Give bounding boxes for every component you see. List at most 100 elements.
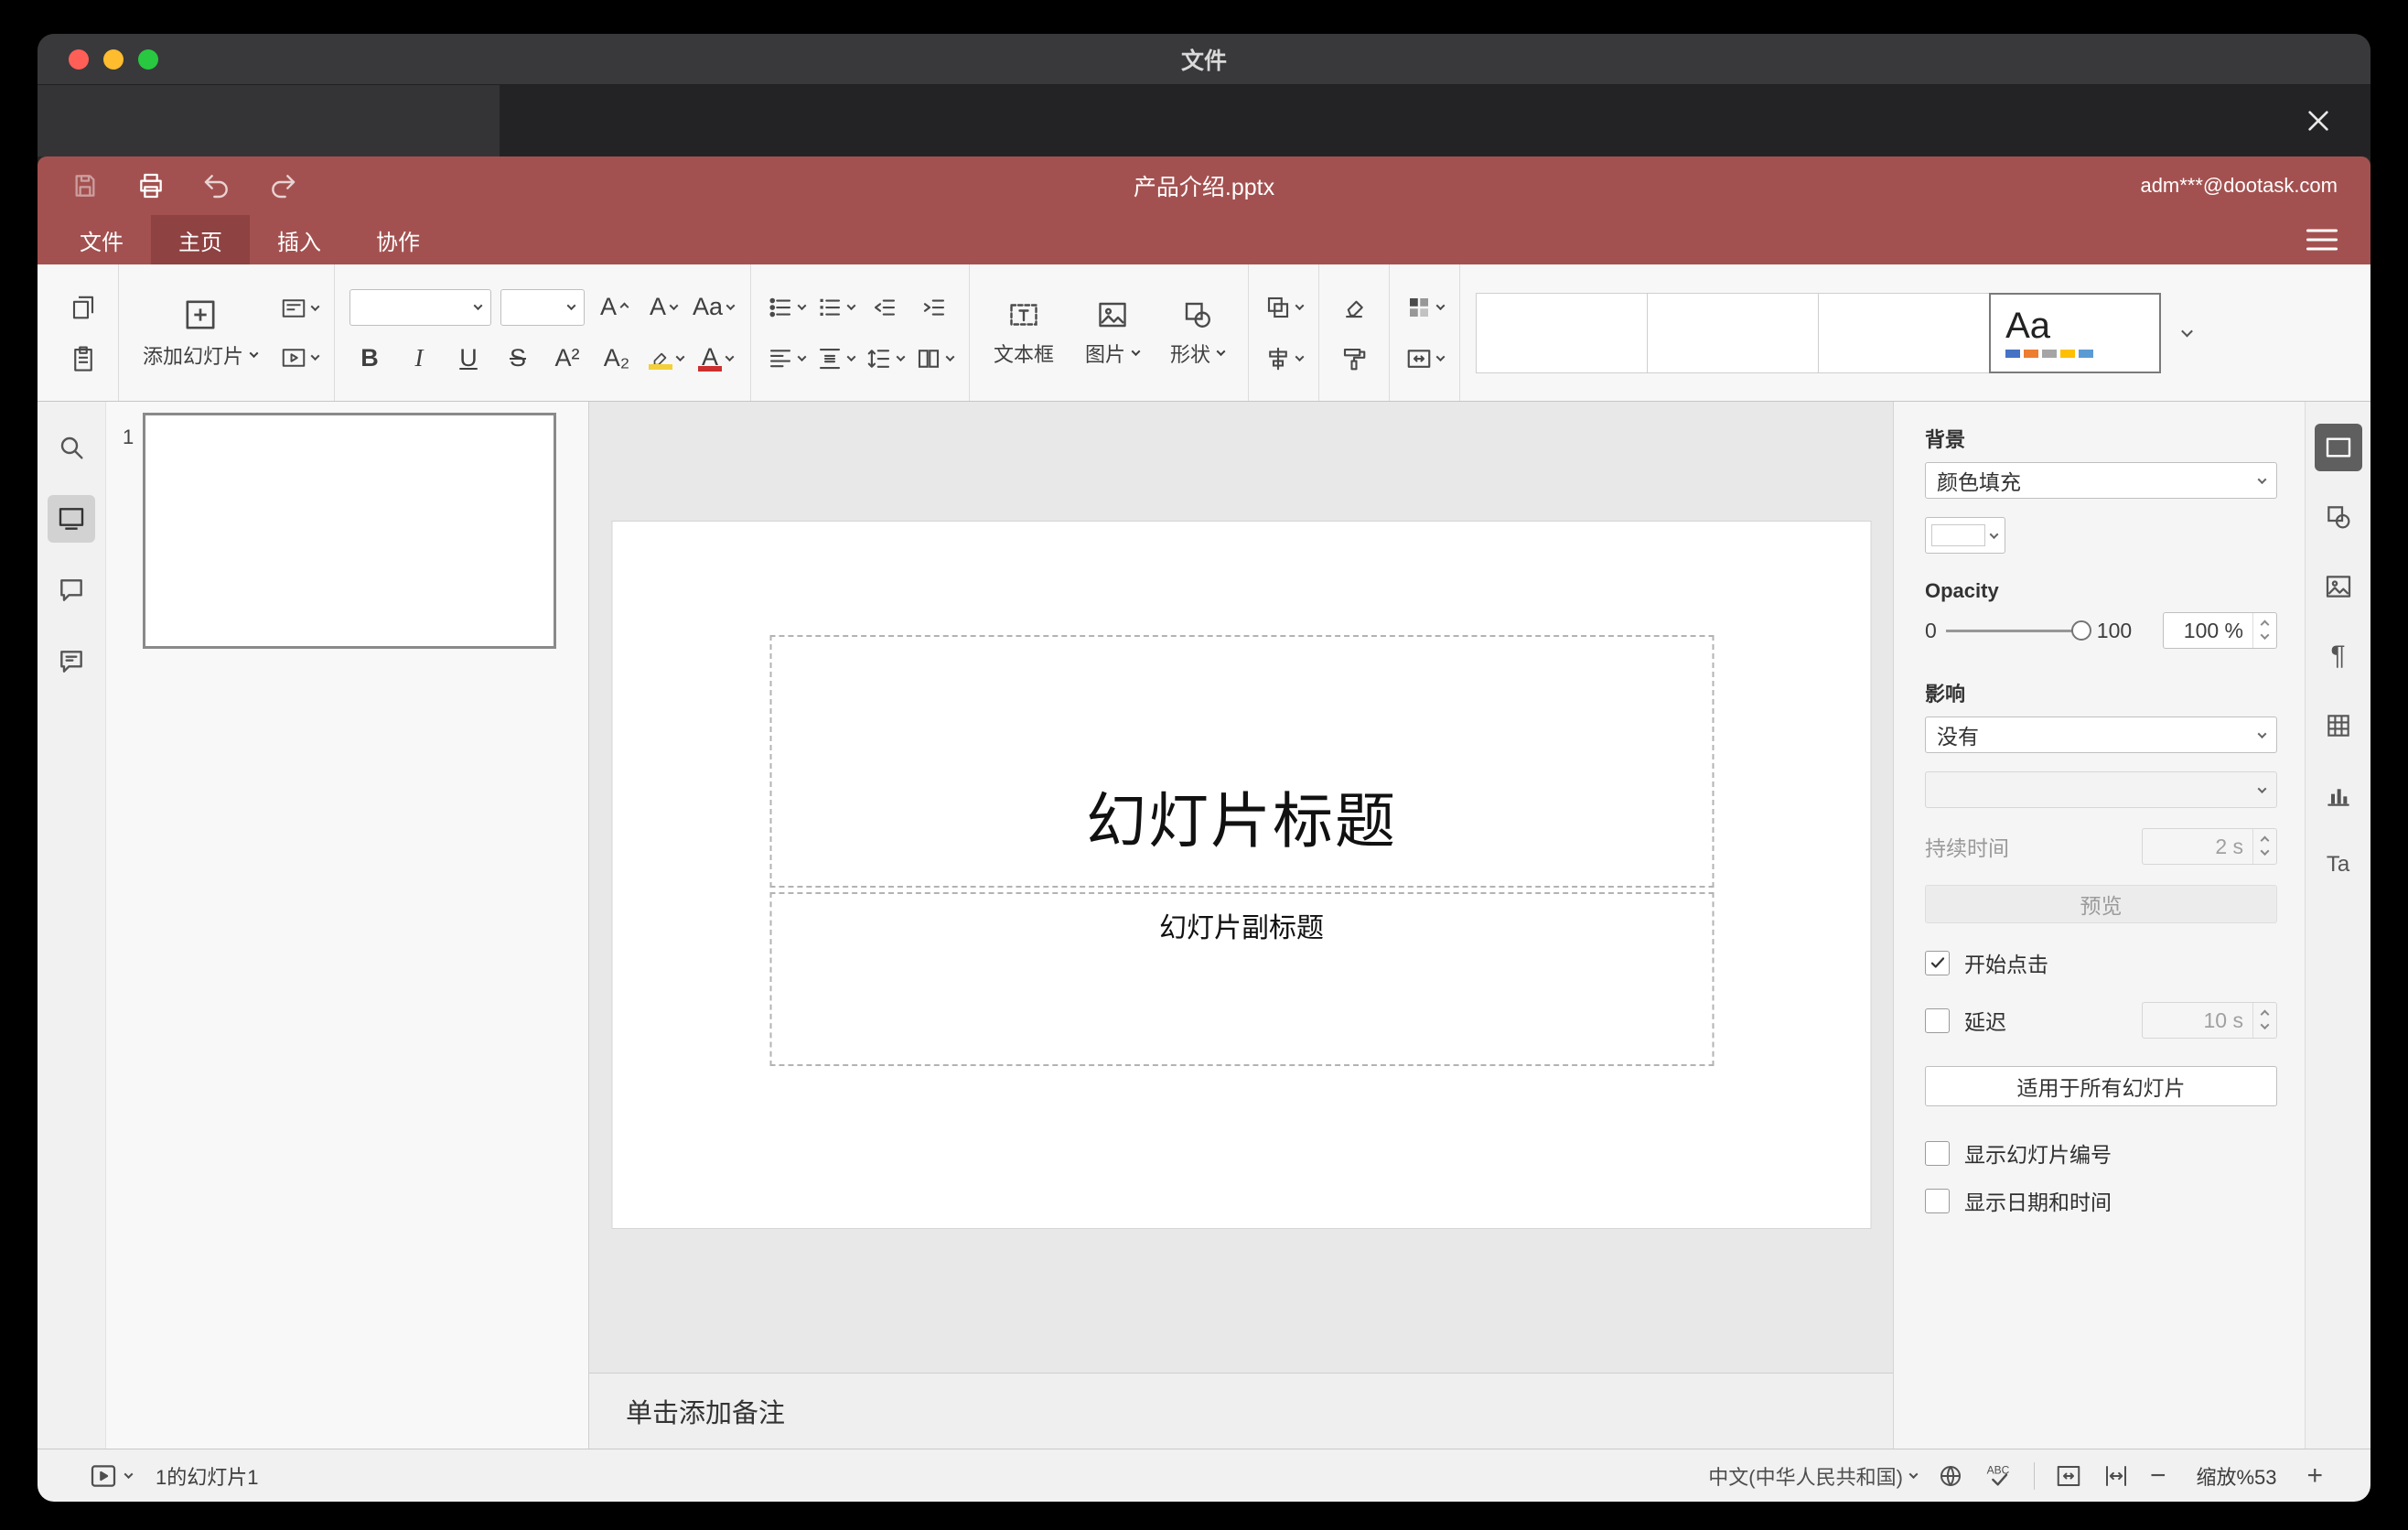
comments-button[interactable] bbox=[48, 566, 95, 614]
left-panel-strip bbox=[38, 402, 106, 1449]
tab-collaboration[interactable]: 协作 bbox=[349, 215, 447, 264]
chart-settings-button[interactable] bbox=[2315, 771, 2362, 819]
change-case-button[interactable]: Aa bbox=[693, 287, 736, 328]
subscript-button[interactable]: A₂ bbox=[597, 339, 637, 379]
paste-button[interactable] bbox=[63, 339, 103, 379]
fill-color-select[interactable] bbox=[1925, 517, 2005, 554]
slider-knob[interactable] bbox=[2070, 620, 2091, 641]
zoom-traffic-button[interactable] bbox=[138, 48, 158, 70]
opacity-spinner[interactable]: 100 % bbox=[2163, 612, 2277, 649]
document-language-button[interactable] bbox=[1937, 1462, 1964, 1490]
undo-button[interactable] bbox=[202, 171, 231, 200]
add-slide-button[interactable]: 添加幻灯片 bbox=[134, 283, 266, 383]
insert-textbox-button[interactable]: 文本框 bbox=[984, 283, 1063, 383]
theme-option-selected[interactable]: Aa bbox=[1989, 292, 2162, 373]
tab-home[interactable]: 主页 bbox=[151, 215, 250, 264]
opacity-slider[interactable] bbox=[1945, 614, 2091, 647]
increase-font-button[interactable]: A bbox=[594, 287, 634, 328]
copy-button[interactable] bbox=[63, 287, 103, 328]
delay-checkbox[interactable] bbox=[1925, 1007, 1950, 1033]
fill-type-select[interactable]: 颜色填充 bbox=[1925, 462, 2277, 499]
highlight-color-button[interactable] bbox=[646, 339, 686, 379]
color-scheme-button[interactable] bbox=[1404, 287, 1446, 328]
font-size-select[interactable] bbox=[500, 288, 586, 326]
show-slide-number-checkbox[interactable] bbox=[1925, 1140, 1950, 1166]
strikeout-button[interactable]: S bbox=[498, 339, 538, 379]
apply-to-all-button[interactable]: 适用于所有幻灯片 bbox=[1925, 1066, 2277, 1106]
textart-settings-button[interactable]: Ta bbox=[2315, 841, 2362, 889]
decrease-indent-button[interactable] bbox=[865, 287, 905, 328]
title-placeholder[interactable]: 幻灯片标题 bbox=[769, 635, 1714, 888]
change-layout-button[interactable] bbox=[279, 288, 320, 329]
clear-style-button[interactable] bbox=[1334, 287, 1374, 328]
zoom-out-button[interactable]: − bbox=[2150, 1460, 2166, 1492]
tab-insert[interactable]: 插入 bbox=[250, 215, 349, 264]
tab-file[interactable]: 文件 bbox=[52, 215, 151, 264]
decrease-font-button[interactable]: A bbox=[643, 287, 683, 328]
zoom-in-button[interactable]: + bbox=[2306, 1460, 2323, 1492]
line-spacing-button[interactable] bbox=[865, 339, 906, 379]
superscript-button[interactable]: A² bbox=[547, 339, 587, 379]
close-traffic-button[interactable] bbox=[69, 48, 89, 70]
image-settings-button[interactable] bbox=[2315, 563, 2362, 610]
italic-button[interactable]: I bbox=[399, 339, 439, 379]
feedback-button[interactable] bbox=[48, 638, 95, 685]
spinner-arrows[interactable] bbox=[2252, 1003, 2276, 1038]
increase-indent-button[interactable] bbox=[914, 287, 954, 328]
vertical-align-button[interactable] bbox=[815, 339, 856, 379]
insert-image-button[interactable]: 图片 bbox=[1076, 283, 1148, 383]
copy-style-button[interactable] bbox=[1334, 339, 1374, 379]
spinner-arrows[interactable] bbox=[2252, 829, 2276, 864]
theme-option-2[interactable] bbox=[1647, 292, 1820, 373]
save-button[interactable] bbox=[70, 171, 100, 200]
font-name-select[interactable] bbox=[349, 288, 492, 326]
dialog-header bbox=[38, 85, 2370, 156]
start-preview-button[interactable] bbox=[89, 1461, 134, 1491]
paragraph-settings-button[interactable]: ¶ bbox=[2315, 632, 2362, 680]
fit-slide-icon bbox=[2057, 1465, 2080, 1486]
effect-select[interactable]: 没有 bbox=[1925, 717, 2277, 753]
delay-spinner[interactable]: 10 s bbox=[2142, 1002, 2277, 1039]
search-button[interactable] bbox=[48, 424, 95, 471]
redo-button[interactable] bbox=[268, 171, 297, 200]
effect-type-select[interactable] bbox=[1925, 771, 2277, 808]
spinner-arrows[interactable] bbox=[2252, 613, 2276, 648]
slide-thumbnail[interactable] bbox=[143, 413, 556, 649]
subtitle-placeholder[interactable]: 幻灯片副标题 bbox=[769, 892, 1714, 1066]
slide-size-button[interactable] bbox=[1404, 339, 1446, 379]
shape-settings-button[interactable] bbox=[2315, 493, 2362, 541]
fit-slide-button[interactable] bbox=[2055, 1462, 2082, 1490]
theme-option-3[interactable] bbox=[1818, 292, 1991, 373]
print-button[interactable] bbox=[136, 171, 166, 200]
underline-button[interactable]: U bbox=[448, 339, 489, 379]
table-settings-button[interactable] bbox=[2315, 702, 2362, 749]
duration-spinner[interactable]: 2 s bbox=[2142, 828, 2277, 865]
bold-button[interactable]: B bbox=[349, 339, 390, 379]
align-shapes-button[interactable] bbox=[1263, 339, 1305, 379]
font-color-button[interactable]: A bbox=[695, 339, 736, 379]
menu-button[interactable] bbox=[2306, 229, 2338, 251]
start-on-click-checkbox[interactable] bbox=[1925, 950, 1950, 975]
fit-width-button[interactable] bbox=[2102, 1462, 2130, 1490]
theme-option-1[interactable] bbox=[1476, 292, 1649, 373]
theme-gallery-expand-button[interactable] bbox=[2161, 293, 2212, 373]
spellcheck-button[interactable]: ABC bbox=[1984, 1461, 2014, 1491]
numbering-button[interactable] bbox=[815, 287, 856, 328]
slide[interactable]: 幻灯片标题 幻灯片副标题 bbox=[612, 522, 1870, 1228]
preview-button[interactable]: 预览 bbox=[1925, 885, 2277, 923]
close-dialog-button[interactable] bbox=[2297, 100, 2339, 142]
columns-button[interactable] bbox=[914, 339, 955, 379]
bullets-button[interactable] bbox=[766, 287, 807, 328]
notes-area[interactable]: 单击添加备注 bbox=[589, 1373, 1893, 1449]
slides-panel-button[interactable] bbox=[48, 495, 95, 543]
language-select[interactable]: 中文(中华人民共和国) bbox=[1708, 1461, 1919, 1491]
horizontal-align-button[interactable] bbox=[766, 339, 807, 379]
start-slideshow-button[interactable] bbox=[279, 338, 320, 378]
insert-shape-button[interactable]: 形状 bbox=[1161, 283, 1233, 383]
hamburger-icon bbox=[2306, 229, 2338, 232]
slide-settings-button[interactable] bbox=[2314, 424, 2362, 471]
arrange-shapes-button[interactable] bbox=[1263, 287, 1305, 328]
add-slide-label: 添加幻灯片 bbox=[143, 344, 244, 368]
show-date-time-checkbox[interactable] bbox=[1925, 1188, 1950, 1213]
minimize-traffic-button[interactable] bbox=[103, 48, 124, 70]
